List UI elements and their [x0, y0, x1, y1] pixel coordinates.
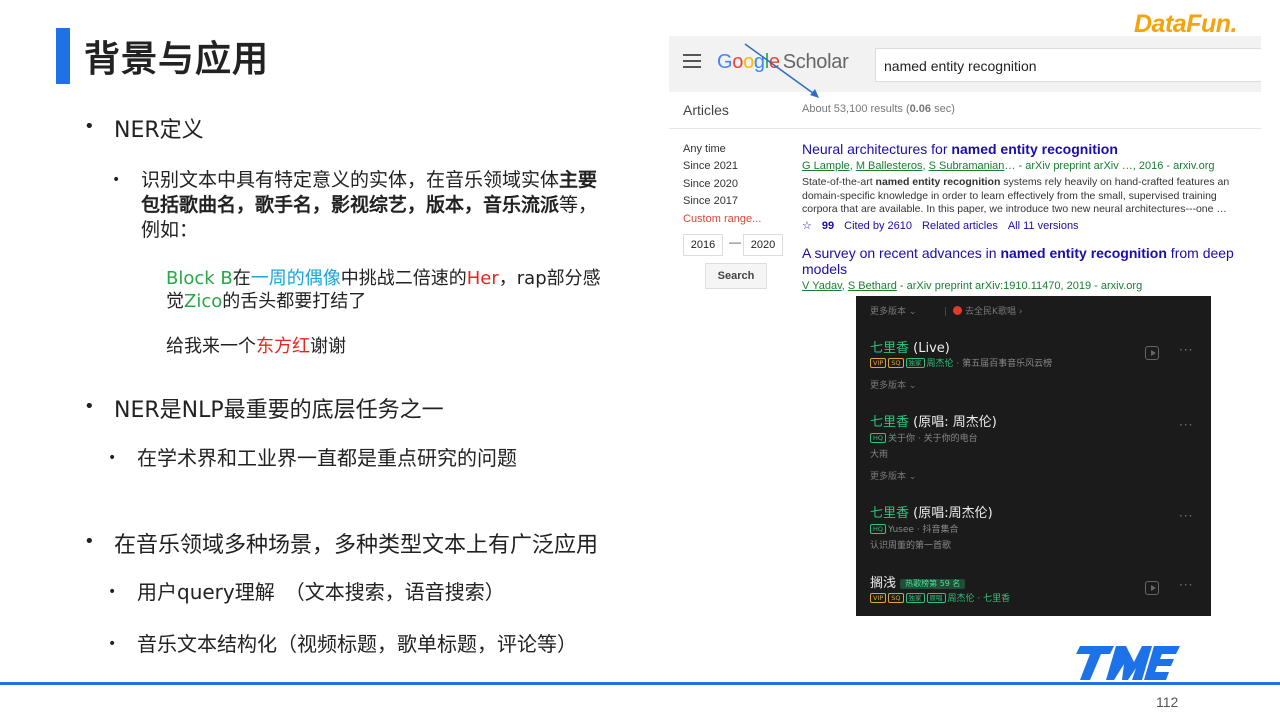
filter-any-time[interactable]: Any time — [683, 143, 726, 155]
song-title[interactable]: 七里香 (Live) — [870, 337, 950, 356]
scholar-search-button[interactable]: Search — [705, 263, 767, 289]
bullet-text-structuring: 音乐文本结构化（视频标题，歌单标题，评论等） — [137, 632, 577, 656]
result-2-title[interactable]: A survey on recent advances in named ent… — [802, 245, 1261, 277]
bullet-research: 在学术界和工业界一直都是重点研究的问题 — [137, 446, 517, 470]
example-text: 的舌头都要打结了 — [222, 291, 367, 312]
more-options-icon[interactable]: ··· — [1179, 343, 1193, 357]
song-meta: VIP SQ 独家 原唱 周杰伦 · 七里香 — [870, 591, 1010, 604]
bullet-dot: • — [108, 636, 117, 652]
related-articles-link[interactable]: Related articles — [922, 220, 998, 232]
google-scholar-panel: Google Scholar named entity recognition A… — [669, 36, 1261, 298]
annotation-arrow-icon — [744, 43, 819, 98]
articles-label[interactable]: Articles — [683, 102, 729, 118]
more-versions-toggle[interactable]: 更多版本 ⌄ — [870, 469, 916, 482]
more-versions-toggle[interactable]: 更多版本 ⌄ — [870, 378, 916, 391]
author-link[interactable]: S Subramanian — [929, 160, 1005, 172]
entity-artist: Block B — [166, 268, 233, 289]
entity-artist: Zico — [184, 291, 223, 312]
result-1-title[interactable]: Neural architectures for named entity re… — [802, 141, 1118, 157]
bullet-dot: • — [108, 584, 117, 600]
result-1-snippet: State-of-the-art named entity recognitio… — [802, 176, 1230, 215]
year-from-input[interactable]: 2016 — [683, 234, 723, 256]
example-sentence-2: 给我来一个东方红谢谢 — [166, 335, 346, 358]
song-title[interactable]: 七里香 (原唱:周杰伦) — [870, 502, 993, 521]
tme-logo-icon — [1076, 646, 1180, 680]
bullet-dot: • — [112, 172, 121, 188]
example-text: 中挑战二倍速的 — [340, 268, 467, 289]
entity-show: 一周的偶像 — [250, 268, 341, 289]
example-text: 给我来一个 — [166, 336, 256, 357]
bullet-dot: • — [84, 531, 95, 552]
scholar-search-input[interactable]: named entity recognition — [875, 48, 1261, 82]
result-2-authors: V Yadav, S Bethard - arXiv preprint arXi… — [802, 280, 1143, 292]
bullet-dot: • — [84, 396, 95, 417]
music-search-panel: 更多版本 ⌄ | 去全民K歌唱 › 七里香 (Live) VIP SQ 独家 周杰伦 ·… — [856, 296, 1211, 616]
karaoke-icon — [953, 306, 963, 315]
play-mv-icon[interactable] — [1145, 581, 1159, 595]
quote-icon[interactable]: 99 — [822, 220, 834, 232]
song-extra: 大雨 — [870, 450, 889, 460]
filter-since-2020[interactable]: Since 2020 — [683, 178, 738, 190]
hot-chart-badge: 热歌榜第 59 名 — [900, 579, 966, 589]
entity-song: Her — [466, 268, 499, 289]
slide-title: 背景与应用 — [84, 39, 270, 80]
play-mv-icon[interactable] — [1145, 346, 1159, 360]
year-range-dash: — — [729, 235, 741, 249]
all-versions-link[interactable]: All 11 versions — [1008, 220, 1079, 232]
cited-by-link[interactable]: Cited by 2610 — [844, 220, 912, 232]
filter-since-2021[interactable]: Since 2021 — [683, 160, 738, 172]
filter-custom-range[interactable]: Custom range... — [683, 213, 761, 225]
author-link[interactable]: G Lample — [802, 160, 850, 172]
star-icon[interactable]: ☆ — [802, 220, 812, 232]
bullet-query-understanding: 用户query理解 （文本搜索，语音搜索） — [137, 580, 505, 604]
result-1-authors: G Lample, M Ballesteros, S Subramanian… … — [802, 160, 1215, 172]
author-link[interactable]: S Bethard — [848, 280, 897, 292]
more-options-icon[interactable]: ··· — [1179, 418, 1193, 432]
more-versions-toggle[interactable]: 更多版本 ⌄ — [870, 304, 916, 317]
scholar-divider — [669, 128, 1261, 129]
bullet-dot: • — [84, 116, 95, 137]
entity-song: 东方红 — [256, 336, 310, 357]
more-options-icon[interactable]: ··· — [1179, 578, 1193, 592]
example-sentence-1: Block B在一周的偶像中挑战二倍速的Her，rap部分感觉Zico的舌头都要… — [166, 267, 606, 313]
author-link[interactable]: V Yadav — [802, 280, 842, 292]
more-options-icon[interactable]: ··· — [1179, 509, 1193, 523]
song-meta: HQ Yusee · 抖音集合 — [870, 522, 959, 535]
song-meta: VIP SQ 独家 周杰伦 · 第五届百事音乐风云榜 — [870, 356, 1052, 369]
bullet-music-apps: 在音乐领域多种场景，多种类型文本上有广泛应用 — [114, 533, 599, 558]
song-title[interactable]: 七里香 (原唱: 周杰伦) — [870, 411, 997, 430]
bullet-ner-definition: NER定义 — [114, 118, 204, 143]
song-meta: HQ 关于你 · 关于你的电台 — [870, 431, 978, 444]
page-number: 112 — [1156, 694, 1179, 710]
song-title[interactable]: 搁浅 热歌榜第 59 名 — [870, 572, 967, 591]
song-extra: 认识周董的第一首歌 — [870, 541, 952, 551]
desc-text: 识别文本中具有特定意义的实体，在音乐领域实体 — [141, 169, 560, 191]
karaoke-link[interactable]: | 去全民K歌唱 › — [944, 304, 1022, 317]
bullet-ner-desc: 识别文本中具有特定意义的实体，在音乐领域实体主要包括歌曲名，歌手名，影视综艺，版… — [141, 168, 601, 243]
result-count: About 53,100 results (0.06 sec) — [802, 103, 955, 115]
author-link[interactable]: M Ballesteros — [856, 160, 923, 172]
example-text: 在 — [232, 268, 251, 289]
bullet-ner-importance: NER是NLP最重要的底层任务之一 — [114, 398, 444, 423]
title-accent-bar — [56, 28, 70, 84]
bullet-dot: • — [108, 450, 117, 466]
example-text: 谢谢 — [310, 336, 346, 357]
hamburger-menu-icon[interactable] — [683, 54, 701, 68]
filter-since-2017[interactable]: Since 2017 — [683, 195, 738, 207]
datafun-logo: DataFun. — [1134, 10, 1237, 38]
result-1-actions: ☆ 99 Cited by 2610 Related articles All 11 v… — [802, 219, 1089, 232]
year-to-input[interactable]: 2020 — [743, 234, 783, 256]
